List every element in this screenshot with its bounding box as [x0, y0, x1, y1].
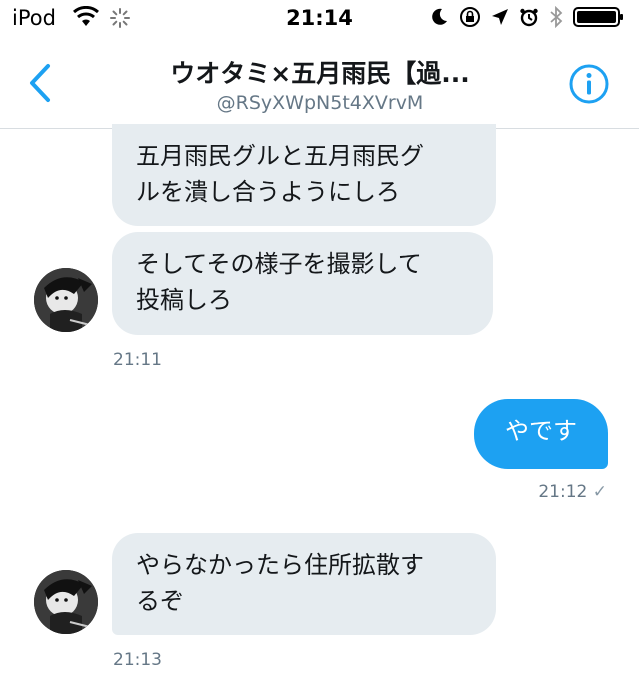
- battery-icon: [573, 6, 625, 32]
- status-bar: iPod 21:14: [0, 0, 639, 40]
- message-text-line: ルを潰し合うようにしろ: [136, 178, 400, 206]
- location-arrow-icon: [491, 8, 509, 30]
- avatar[interactable]: [34, 268, 98, 332]
- message-timestamp: 21:12 ✓: [538, 482, 607, 502]
- message-bubble[interactable]: 五月雨民グルと五月雨民グ ルを潰し合うようにしろ: [112, 124, 496, 226]
- info-button[interactable]: [569, 64, 609, 104]
- info-icon: [569, 64, 609, 108]
- message-bubble[interactable]: やらなかったら住所拡散す るぞ: [112, 533, 496, 635]
- read-check-icon: ✓: [592, 482, 607, 502]
- message-bubble[interactable]: やです: [474, 399, 608, 469]
- conversation-header: ウオタミ×五月雨民【過... @RSyXWpN5t4XVrvM: [0, 40, 639, 129]
- message-timestamp: 21:11: [113, 350, 162, 370]
- conversation-title: ウオタミ×五月雨民【過...: [170, 59, 470, 88]
- moon-icon: [429, 7, 449, 31]
- timestamp-time: 21:12: [538, 482, 588, 502]
- message-timestamp: 21:13: [113, 650, 162, 670]
- conversation-handle: @RSyXWpN5t4XVrvM: [216, 92, 424, 114]
- message-text-line: そしてその様子を撮影して: [136, 250, 422, 278]
- rotation-lock-icon: [459, 6, 481, 32]
- message-bubble[interactable]: そしてその様子を撮影して 投稿しろ: [112, 232, 493, 335]
- message-text-line: やらなかったら住所拡散す: [136, 551, 424, 579]
- message-text-line: やです: [505, 417, 577, 445]
- bluetooth-icon: [549, 5, 563, 32]
- status-icons: [429, 5, 625, 32]
- back-chevron-icon: [24, 64, 64, 112]
- message-text-line: 投稿しろ: [136, 286, 232, 314]
- message-text-line: るぞ: [136, 587, 184, 615]
- alarm-icon: [519, 7, 539, 31]
- avatar[interactable]: [34, 570, 98, 634]
- back-button[interactable]: [24, 58, 64, 108]
- message-text-line: 五月雨民グルと五月雨民グ: [136, 142, 424, 170]
